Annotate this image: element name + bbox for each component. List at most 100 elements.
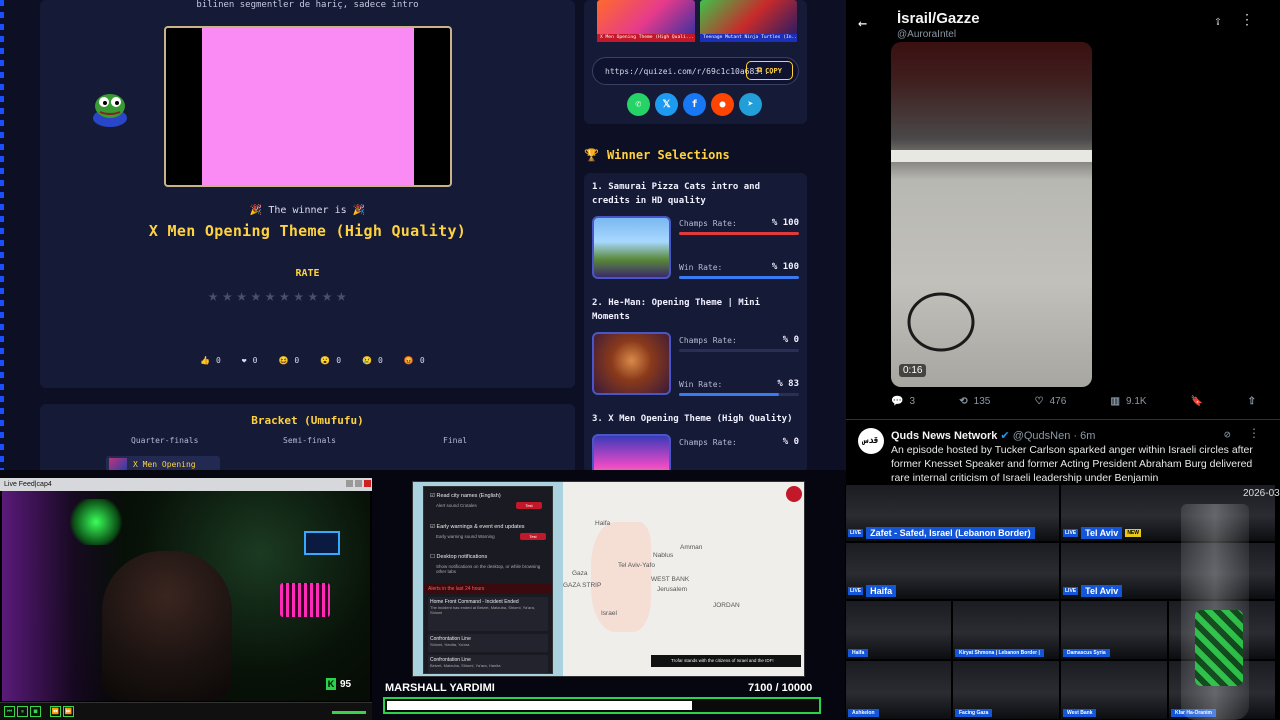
stop-icon[interactable]: ■ bbox=[30, 706, 41, 717]
test-warning-button[interactable]: Test bbox=[520, 533, 546, 540]
winner-intro-text: 🎉 The winner is 🎉 bbox=[249, 205, 366, 216]
star-icon[interactable]: ★ bbox=[322, 288, 332, 305]
rewind-icon[interactable]: ⏪ bbox=[50, 706, 61, 717]
selection-1-thumbnail[interactable] bbox=[592, 216, 671, 279]
setting-early-warnings[interactable]: ☑ Early warnings & event end updates bbox=[430, 524, 525, 530]
alert-item[interactable]: Confrontation Line Betzet, Matzuba, Shlo… bbox=[428, 655, 548, 673]
community-handle[interactable]: @AuroraIntel bbox=[897, 29, 956, 40]
camera-feed[interactable]: LIVE Zafet - Safed, Israel (Lebanon Borde… bbox=[845, 484, 1060, 542]
selection-2-title[interactable]: 2. He-Man: Opening Theme | Mini Moments bbox=[592, 296, 797, 324]
camera-feed[interactable]: West Bank bbox=[1060, 660, 1168, 720]
reply-icon: 💬 bbox=[891, 396, 904, 407]
bracket-title: Bracket (Umufufu) bbox=[251, 414, 364, 427]
close-icon[interactable] bbox=[364, 480, 371, 487]
reaction-icon: 👍 bbox=[200, 356, 210, 365]
volume-slider[interactable] bbox=[332, 711, 366, 714]
donation-goal-value: 7100 / 10000 bbox=[748, 682, 813, 694]
star-icon[interactable]: ★ bbox=[308, 288, 318, 305]
forward-icon[interactable]: ⏩ bbox=[63, 706, 74, 717]
bracket-entry[interactable]: X Men Opening bbox=[106, 456, 220, 470]
reaction-button[interactable]: 👍 0 bbox=[200, 356, 221, 365]
star-icon[interactable]: ★ bbox=[294, 288, 304, 305]
kick-viewer-count: K 95 bbox=[326, 678, 351, 690]
star-icon[interactable]: ★ bbox=[265, 288, 275, 305]
whatsapp-share-button[interactable]: ✆ bbox=[627, 93, 650, 116]
avatar[interactable]: قدس bbox=[858, 428, 884, 454]
prev-icon[interactable]: ⏮ bbox=[4, 706, 15, 717]
app-logo-icon[interactable] bbox=[786, 486, 802, 502]
post-author[interactable]: Quds News Network ✔ @QudsNen · 6m bbox=[891, 429, 1095, 442]
star-icon[interactable]: ★ bbox=[251, 288, 261, 305]
video-scene bbox=[891, 150, 1092, 162]
window-controls bbox=[346, 480, 371, 487]
camera-feed[interactable]: Facing Gaza bbox=[952, 660, 1060, 720]
reaction-count: 0 bbox=[419, 356, 425, 365]
camera-feed[interactable]: Haifa bbox=[845, 600, 952, 660]
grok-icon[interactable]: ⊘ bbox=[1224, 428, 1231, 441]
alert-detail: Betzet, Matzuba, Shlomi, Ya'ara, Hanita bbox=[430, 663, 501, 668]
finalist-thumbnail-2[interactable]: Teenage Mutant Ninja Turtles (In... bbox=[700, 0, 797, 42]
bookmark-button[interactable]: 🔖 bbox=[1191, 396, 1203, 407]
reaction-button[interactable]: 😡 0 bbox=[404, 356, 425, 365]
camera-feed[interactable]: Kiryat Shmona | Lebanon Border | bbox=[952, 600, 1060, 660]
camera-feed[interactable]: Damascus Syria bbox=[1060, 600, 1168, 660]
win-fill bbox=[679, 393, 779, 396]
star-icon[interactable]: ★ bbox=[237, 288, 247, 305]
map-place-tel-aviv: Tel Aviv-Yafo bbox=[618, 562, 655, 569]
setting-warning-sound[interactable]: Early warning sound Warning bbox=[436, 534, 495, 539]
star-icon[interactable]: ★ bbox=[279, 288, 289, 305]
like-count: 476 bbox=[1049, 396, 1067, 407]
reaction-button[interactable]: ❤ 0 bbox=[242, 356, 258, 365]
selection-1-title[interactable]: 1. Samurai Pizza Cats intro and credits … bbox=[592, 180, 797, 208]
reddit-share-button[interactable]: ● bbox=[711, 93, 734, 116]
round-semi-finals: Semi-finals bbox=[283, 436, 336, 445]
minimize-icon[interactable] bbox=[346, 480, 353, 487]
alert-item[interactable]: Confrontation Line Shlomi, Hanita, Ya'ar… bbox=[428, 634, 548, 652]
camera-feed[interactable]: Ashkelon bbox=[845, 660, 952, 720]
reaction-icon: ❤ bbox=[241, 356, 247, 365]
reply-button[interactable]: 💬 3 bbox=[891, 396, 915, 407]
setting-alert-sound[interactable]: Alert sound Crotales bbox=[436, 503, 477, 508]
camera-label: Facing Gaza bbox=[955, 709, 993, 717]
post-more-icon[interactable]: ⋮ bbox=[1248, 426, 1260, 440]
map-place-jordan: JORDAN bbox=[713, 602, 740, 609]
tweet-video[interactable]: 0:16 bbox=[891, 42, 1092, 387]
setting-desktop-notifications[interactable]: ☐ Desktop notifications bbox=[430, 554, 487, 560]
pause-icon[interactable]: ⏸ bbox=[17, 706, 28, 717]
selection-1-champs-value: % 100 bbox=[771, 218, 799, 228]
selection-2-thumbnail[interactable] bbox=[592, 332, 671, 395]
selection-3-thumbnail[interactable] bbox=[592, 434, 671, 470]
views-button[interactable]: ▥ 9.1K bbox=[1111, 396, 1147, 407]
star-icon[interactable]: ★ bbox=[336, 288, 346, 305]
share-tweet-button[interactable]: ⇧ bbox=[1248, 396, 1256, 407]
x-share-button[interactable]: 𝕏 bbox=[655, 93, 678, 116]
like-button[interactable]: ♡ 476 bbox=[1035, 396, 1067, 407]
reaction-button[interactable]: 😆 0 bbox=[278, 356, 299, 365]
alert-item[interactable]: Home Front Command - Incident Ended The … bbox=[428, 597, 548, 631]
test-sound-button[interactable]: Test bbox=[516, 502, 542, 509]
selection-3-title[interactable]: 3. X Men Opening Theme (High Quality) bbox=[592, 412, 797, 426]
star-rating[interactable]: ★ ★ ★ ★ ★ ★ ★ ★ ★ ★ bbox=[208, 288, 347, 305]
facebook-share-button[interactable]: f bbox=[683, 93, 706, 116]
winner-video-player[interactable] bbox=[164, 26, 452, 187]
star-icon[interactable]: ★ bbox=[222, 288, 232, 305]
star-icon[interactable]: ★ bbox=[208, 288, 218, 305]
winner-card: bilinen segmentler de hariç, sadece intr… bbox=[40, 0, 575, 388]
camera-name: Zafet - Safed, Israel (Lebanon Border) bbox=[866, 527, 1035, 539]
repost-button[interactable]: ⟲ 135 bbox=[959, 396, 990, 407]
webcam-titlebar[interactable]: Live Feed|cap4 bbox=[0, 478, 372, 491]
telegram-share-button[interactable]: ➤ bbox=[739, 93, 762, 116]
back-arrow-icon[interactable]: ← bbox=[858, 14, 867, 32]
copy-link-button[interactable]: ⧉ COPY bbox=[746, 61, 793, 80]
more-options-icon[interactable]: ⋮ bbox=[1240, 12, 1254, 28]
finalist-thumbnail-1[interactable]: X Men Opening Theme (High Quali... bbox=[597, 0, 695, 42]
setting-read-names[interactable]: ☑ Read city names (English) bbox=[430, 493, 501, 499]
share-card: X Men Opening Theme (High Quali... Teena… bbox=[584, 0, 807, 124]
reaction-button[interactable]: 😢 0 bbox=[362, 356, 383, 365]
views-icon: ▥ bbox=[1110, 396, 1120, 407]
live-badge: LIVE bbox=[1063, 587, 1079, 595]
maximize-icon[interactable] bbox=[355, 480, 362, 487]
share-icon[interactable]: ⇪ bbox=[1214, 14, 1222, 29]
reaction-button[interactable]: 😮 0 bbox=[320, 356, 341, 365]
camera-feed[interactable]: LIVE Haifa bbox=[845, 542, 1060, 600]
